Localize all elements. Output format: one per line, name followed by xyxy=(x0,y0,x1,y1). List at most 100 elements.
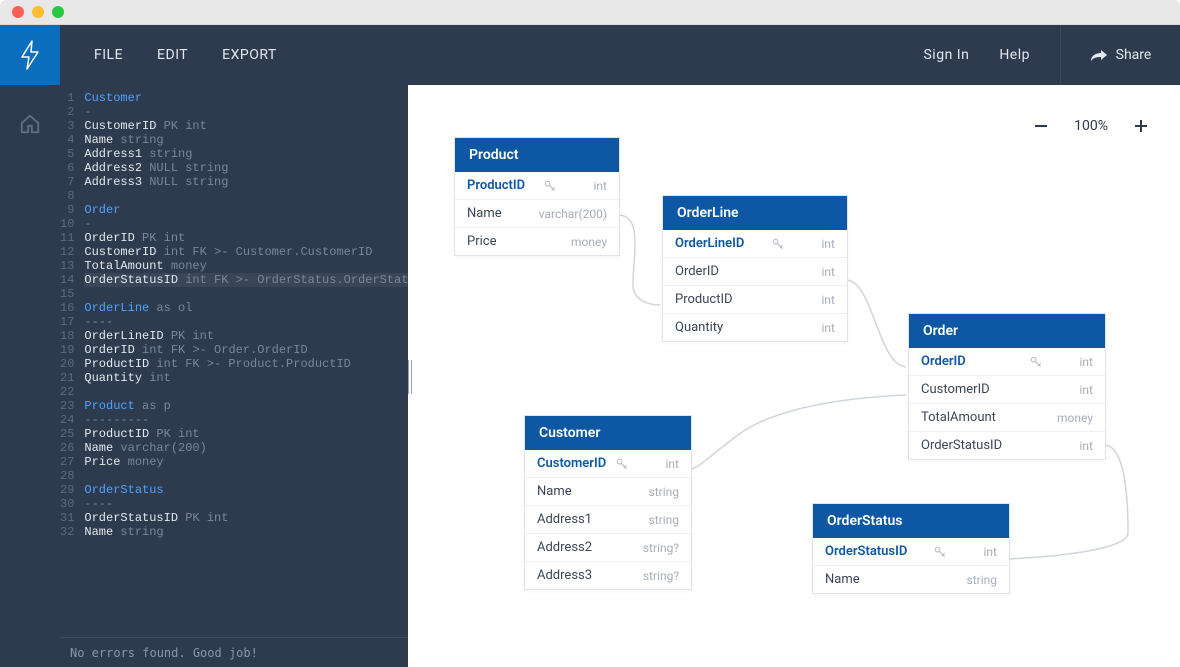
code-line[interactable]: ---- xyxy=(84,315,408,329)
erd-column-type: string? xyxy=(633,569,679,583)
key-icon xyxy=(771,237,789,251)
share-button[interactable]: Share xyxy=(1060,25,1180,85)
menu-file[interactable]: FILE xyxy=(94,47,123,63)
erd-table-order[interactable]: Order OrderIDintCustomerIDintTotalAmount… xyxy=(908,313,1106,460)
code-line[interactable]: ProductID int FK >- Product.ProductID xyxy=(84,357,408,371)
erd-column-row[interactable]: OrderStatusID int xyxy=(909,431,1105,459)
code-line[interactable]: Order xyxy=(84,203,408,217)
traffic-light-close[interactable] xyxy=(12,6,24,18)
erd-table-product[interactable]: Product ProductIDintNamevarchar(200)Pric… xyxy=(454,137,620,256)
share-arrow-icon xyxy=(1090,48,1108,62)
erd-column-row[interactable]: Pricemoney xyxy=(455,227,619,255)
erd-column-row[interactable]: Address2string? xyxy=(525,533,691,561)
code-line[interactable]: OrderStatusID PK int xyxy=(84,511,408,525)
zoom-level: 100% xyxy=(1074,118,1108,134)
key-icon xyxy=(615,457,633,471)
code-line[interactable]: Product as p xyxy=(84,399,408,413)
code-line[interactable]: CustomerID PK int xyxy=(84,119,408,133)
code-line[interactable] xyxy=(84,287,408,301)
traffic-light-zoom[interactable] xyxy=(52,6,64,18)
erd-column-row[interactable]: OrderLineID int xyxy=(663,230,847,257)
menu-export[interactable]: EXPORT xyxy=(222,47,277,63)
code-line[interactable]: Customer xyxy=(84,91,408,105)
erd-table-header: Product xyxy=(455,138,619,172)
status-text: No errors found. Good job! xyxy=(70,646,258,660)
code-line[interactable]: --------- xyxy=(84,413,408,427)
code-line[interactable]: OrderLineID PK int xyxy=(84,329,408,343)
erd-column-row[interactable]: ProductIDint xyxy=(663,285,847,313)
diagram-canvas[interactable]: 100% Product ProductIDintNamevarchar(200… xyxy=(408,85,1180,667)
erd-column-type: int xyxy=(789,321,835,335)
erd-column-type: string xyxy=(633,485,679,499)
code-line[interactable]: TotalAmount money xyxy=(84,259,408,273)
code-line[interactable]: Name string xyxy=(84,525,408,539)
erd-table-header: Order xyxy=(909,314,1105,348)
erd-column-row[interactable]: Namestring xyxy=(525,477,691,505)
erd-column-row[interactable]: ProductIDint xyxy=(455,172,619,199)
erd-column-row[interactable]: OrderIDint xyxy=(909,348,1105,375)
menu-edit[interactable]: EDIT xyxy=(157,47,188,63)
code-line[interactable]: OrderStatus xyxy=(84,483,408,497)
code-line[interactable]: OrderLine as ol xyxy=(84,301,408,315)
home-button[interactable] xyxy=(19,113,41,139)
code-line[interactable]: Price money xyxy=(84,455,408,469)
code-line[interactable]: Quantity int xyxy=(84,371,408,385)
traffic-light-minimize[interactable] xyxy=(32,6,44,18)
code-line[interactable]: CustomerID int FK >- Customer.CustomerID xyxy=(84,245,408,259)
erd-table-customer[interactable]: Customer CustomerIDintNamestringAddress1… xyxy=(524,415,692,590)
zoom-controls: 100% xyxy=(1032,117,1150,135)
code-line[interactable]: - xyxy=(84,217,408,231)
help-link[interactable]: Help xyxy=(999,47,1030,63)
code-lines[interactable]: Customer-CustomerID PK intName stringAdd… xyxy=(84,91,408,637)
erd-column-type: int xyxy=(789,265,835,279)
code-line[interactable]: ProductID PK int xyxy=(84,427,408,441)
erd-column-row[interactable]: Namestring xyxy=(813,565,1009,593)
erd-column-name: CustomerID xyxy=(537,456,615,471)
zoom-in-button[interactable] xyxy=(1132,117,1150,135)
erd-column-type: string xyxy=(633,513,679,527)
code-line[interactable]: Address1 string xyxy=(84,147,408,161)
erd-column-type: money xyxy=(1047,411,1093,425)
erd-column-row[interactable]: OrderIDint xyxy=(663,257,847,285)
erd-table-orderline[interactable]: OrderLine OrderLineIDintOrderIDintProduc… xyxy=(662,195,848,342)
erd-table-header: OrderLine xyxy=(663,196,847,230)
erd-column-row[interactable]: CustomerIDint xyxy=(525,450,691,477)
code-line[interactable] xyxy=(84,189,408,203)
erd-column-row[interactable]: Address1string xyxy=(525,505,691,533)
erd-column-type: int xyxy=(1047,439,1093,453)
code-line[interactable]: - xyxy=(84,105,408,119)
code-line[interactable] xyxy=(84,469,408,483)
erd-column-type: int xyxy=(561,179,607,193)
code-line[interactable]: Name string xyxy=(84,133,408,147)
erd-column-row[interactable]: OrderStatusIDint xyxy=(813,538,1009,565)
erd-column-name: Price xyxy=(467,234,543,249)
code-line[interactable]: Name varchar(200) xyxy=(84,441,408,455)
erd-column-name: OrderLineID xyxy=(675,236,771,251)
code-line[interactable]: OrderStatusID int FK >- OrderStatus.Orde… xyxy=(84,273,408,287)
erd-column-row[interactable]: Namevarchar(200) xyxy=(455,199,619,227)
code-line[interactable]: Address3 NULL string xyxy=(84,175,408,189)
erd-column-name: OrderStatusID xyxy=(921,438,1029,453)
code-line[interactable]: OrderID PK int xyxy=(84,231,408,245)
erd-column-type: int xyxy=(789,237,835,251)
zoom-out-button[interactable] xyxy=(1032,117,1050,135)
code-line[interactable]: OrderID int FK >- Order.OrderID xyxy=(84,343,408,357)
app-logo[interactable] xyxy=(0,25,60,85)
erd-column-row[interactable]: Quantityint xyxy=(663,313,847,341)
code-line[interactable]: Address2 NULL string xyxy=(84,161,408,175)
erd-column-row[interactable]: Address3string? xyxy=(525,561,691,589)
code-editor[interactable]: 1234567891011121314151617181920212223242… xyxy=(60,85,408,667)
code-line[interactable] xyxy=(84,385,408,399)
splitter-handle[interactable] xyxy=(408,360,412,394)
erd-column-type: varchar(200) xyxy=(539,207,607,221)
erd-column-type: int xyxy=(1047,383,1093,397)
minus-icon xyxy=(1033,118,1049,134)
code-line[interactable]: ---- xyxy=(84,497,408,511)
erd-column-row[interactable]: TotalAmountmoney xyxy=(909,403,1105,431)
erd-column-row[interactable]: CustomerIDint xyxy=(909,375,1105,403)
key-icon xyxy=(1029,355,1047,369)
erd-column-type: string xyxy=(951,573,997,587)
signin-link[interactable]: Sign In xyxy=(923,47,969,63)
left-rail xyxy=(0,25,60,667)
erd-table-orderstatus[interactable]: OrderStatus OrderStatusIDintNamestring xyxy=(812,503,1010,594)
